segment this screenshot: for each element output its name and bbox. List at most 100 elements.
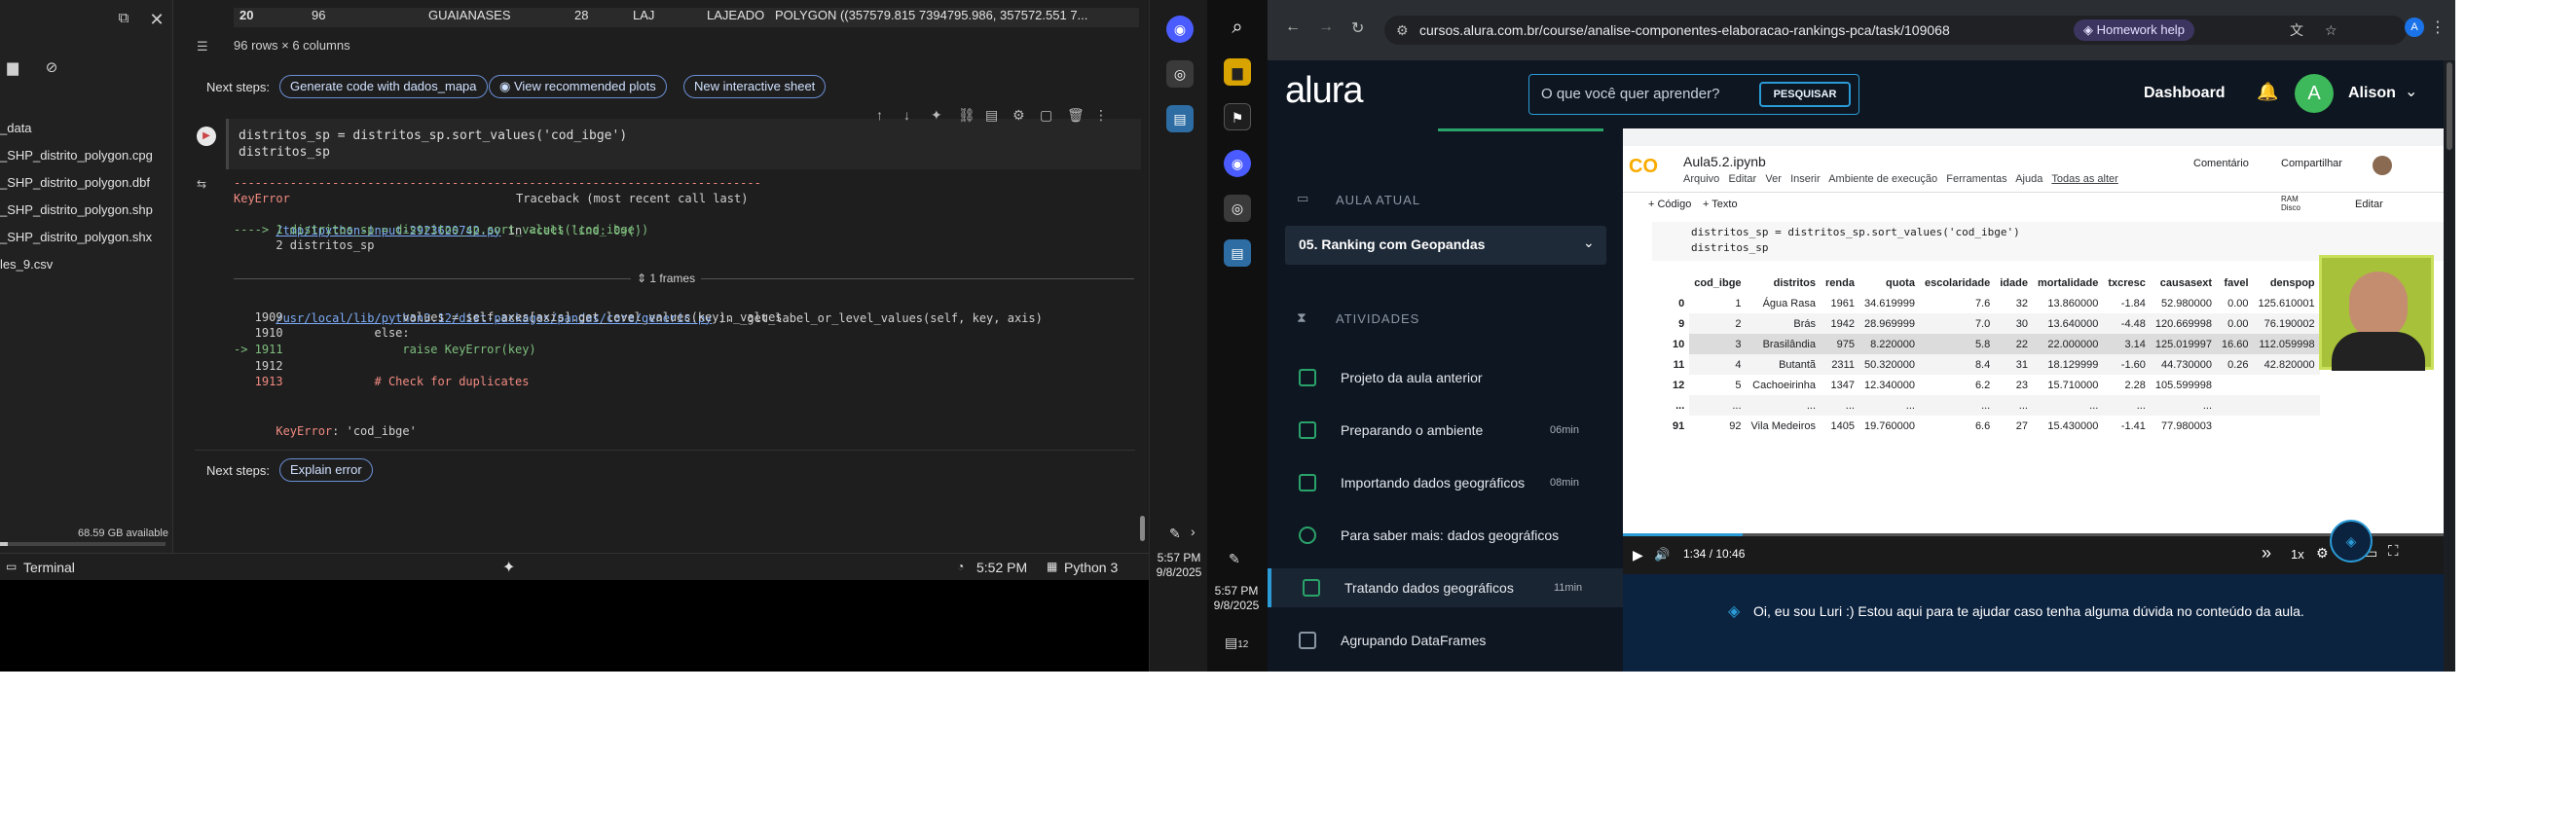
luri-banner[interactable]: ◈ Oi, eu sou Luri :) Estou aqui para te … — [1623, 574, 2455, 672]
table-cell: -1.60 — [2103, 354, 2151, 375]
file-explorer-icon[interactable]: ▆ — [1224, 58, 1251, 86]
file-item[interactable]: les_9.csv — [0, 257, 53, 272]
reload-icon[interactable]: ↻ — [1351, 18, 1364, 38]
table-cell — [2217, 375, 2254, 395]
pen-icon[interactable]: ✎ — [1229, 551, 1240, 567]
user-name[interactable]: Alison — [2348, 85, 2396, 102]
translate-icon[interactable]: 文 — [2290, 16, 2303, 45]
page-scrollbar[interactable] — [2444, 60, 2455, 672]
activity-item[interactable]: Agrupando DataFrames — [1268, 621, 1623, 660]
site-info-icon[interactable]: ⚙ — [1396, 16, 1409, 45]
pen-icon[interactable]: ✎ — [1169, 526, 1181, 542]
discord-icon[interactable]: ◉ — [1224, 150, 1251, 177]
notification-icon[interactable]: ▤12 — [1225, 635, 1248, 651]
comment-icon[interactable]: ▤ — [985, 107, 998, 124]
column-header: renda — [1825, 276, 1855, 289]
folder-icon[interactable]: ▆ — [4, 58, 21, 76]
table-cell: 5.8 — [1919, 334, 1996, 354]
mirror-icon[interactable]: ▢ — [1040, 107, 1052, 124]
bell-icon[interactable]: 🔔 — [2257, 82, 2278, 102]
chrome-icon[interactable]: ◎ — [1224, 195, 1251, 222]
activity-item[interactable]: Projeto da aula anterior — [1268, 358, 1623, 397]
recommended-plots-chip[interactable]: ◉ View recommended plots — [489, 75, 667, 98]
search-button[interactable]: PESQUISAR — [1759, 82, 1851, 107]
more-icon[interactable]: ⋮ — [1094, 107, 1108, 124]
file-item[interactable]: _SHP_distrito_polygon.shp — [0, 202, 153, 217]
play-icon[interactable]: ▶ — [1633, 547, 1643, 563]
address-bar[interactable]: ⚙ cursos.alura.com.br/course/analise-com… — [1384, 16, 2407, 45]
course-search[interactable]: O que você quer aprender? PESQUISAR — [1528, 74, 1859, 115]
table-icon[interactable]: ☰ — [197, 39, 208, 55]
terminal-button[interactable]: Terminal — [23, 560, 75, 575]
share-label: Compartilhar — [2281, 158, 2342, 169]
settings-icon[interactable]: ⚙ — [2316, 545, 2329, 562]
table-cell — [2254, 416, 2320, 436]
explain-error-chip[interactable]: Explain error — [279, 458, 373, 482]
link-icon[interactable]: ⛓ — [958, 107, 975, 124]
activity-item-active[interactable]: Tratando dados geográficos 11min — [1268, 568, 1623, 607]
profile-avatar[interactable]: A — [2405, 18, 2424, 37]
skip-forward-icon[interactable]: » — [2262, 543, 2271, 563]
discord-icon[interactable]: ◉ — [1166, 16, 1194, 43]
lesson-dropdown[interactable]: 05. Ranking com Geopandas ⌄ — [1285, 226, 1606, 265]
scrollbar[interactable] — [1140, 516, 1145, 541]
sparkle-icon[interactable]: ✦ — [931, 107, 942, 124]
extensions-icon[interactable]: ⋮ — [2430, 18, 2446, 37]
gemini-icon[interactable]: ✦ — [502, 558, 515, 577]
activity-item[interactable]: Importando dados geográficos 08min — [1268, 463, 1623, 502]
fullscreen-icon[interactable]: ⛶ — [2388, 543, 2399, 560]
output-icon[interactable]: ⇆ — [197, 177, 206, 191]
new-window-icon[interactable]: ⧉ — [115, 10, 132, 27]
run-cell-button[interactable]: ▶ — [197, 127, 216, 146]
table-cell: 5 — [1735, 379, 1742, 391]
interactive-sheet-chip[interactable]: New interactive sheet — [683, 75, 827, 98]
move-up-icon[interactable]: ↑ — [876, 107, 883, 123]
hide-icon[interactable]: ⊘ — [43, 58, 60, 76]
activity-item[interactable]: Preparando o ambiente 06min — [1268, 411, 1623, 450]
chevron-right-icon[interactable]: › — [1191, 524, 1196, 539]
forward-icon[interactable]: → — [1318, 18, 1334, 36]
file-item[interactable]: _SHP_distrito_polygon.cpg — [0, 148, 153, 163]
dashboard-link[interactable]: Dashboard — [2144, 85, 2226, 102]
user-avatar[interactable]: A — [2295, 74, 2334, 113]
chevron-down-icon[interactable]: ⌄ — [2405, 82, 2417, 101]
frames-toggle[interactable]: ⇕ 1 frames — [631, 272, 702, 285]
video-player[interactable]: CO Aula5.2.ipynb Arquivo Editar Ver Inse… — [1623, 128, 2455, 557]
video-browser-bar — [1623, 128, 2455, 146]
app-icon[interactable]: ▤ — [1166, 105, 1194, 132]
table-cell: 1347 — [1830, 379, 1855, 391]
settings-icon[interactable]: ⚙ — [1012, 107, 1025, 124]
app-icon[interactable]: ▤ — [1224, 239, 1251, 267]
activity-item[interactable]: Para saber mais: dados geográficos — [1268, 516, 1623, 555]
activity-label: Importando dados geográficos — [1341, 475, 1526, 491]
alura-logo[interactable]: alura — [1285, 70, 1363, 112]
chrome-icon[interactable]: ◎ — [1166, 60, 1194, 88]
file-item[interactable]: _SHP_distrito_polygon.dbf — [0, 175, 150, 190]
file-item[interactable]: _SHP_distrito_polygon.shx — [0, 230, 152, 244]
back-icon[interactable]: ← — [1285, 18, 1301, 36]
file-item[interactable]: _data — [0, 121, 32, 135]
dataframe-row: 20 96 GUAIANASES 28 LAJ LAJEADO POLYGON … — [234, 8, 1139, 27]
delete-icon[interactable]: 🗑 — [1067, 107, 1085, 124]
close-icon[interactable]: ✕ — [148, 10, 166, 29]
speed-label[interactable]: 1x — [2291, 547, 2304, 562]
table-cell: 11 — [1673, 358, 1685, 371]
luri-button[interactable]: ◈ — [2330, 520, 2373, 563]
table-row: 10 3 Brasilândia 975 8.220000 5.8 22 22.000000 3… — [1668, 334, 2320, 354]
homework-help-button[interactable]: ◈ Homework help — [2074, 19, 2194, 41]
generate-code-chip[interactable]: Generate code with dados_mapa — [279, 75, 488, 98]
frames-label: 1 frames — [649, 272, 696, 285]
taskbar-left: ◉ ◎ ▤ ✎ 5:57 PM 9/8/2025 › — [1149, 0, 1207, 672]
app-icon[interactable]: ⚑ — [1224, 103, 1251, 130]
table-cell: 12 — [1673, 379, 1685, 391]
bookmark-icon[interactable]: ☆ — [2325, 16, 2337, 45]
volume-icon[interactable]: 🔊 — [1654, 547, 1670, 563]
table-cell: ... — [1675, 399, 1685, 412]
table-cell — [2254, 375, 2320, 395]
final-error-name: KeyError — [276, 423, 333, 438]
lesson-title: 05. Ranking com Geopandas — [1299, 236, 1486, 252]
kernel-label[interactable]: Python 3 — [1064, 560, 1118, 575]
move-down-icon[interactable]: ↓ — [903, 107, 910, 123]
search-icon[interactable]: ⌕ — [1224, 14, 1251, 41]
cell: GUAIANASES — [428, 8, 511, 22]
